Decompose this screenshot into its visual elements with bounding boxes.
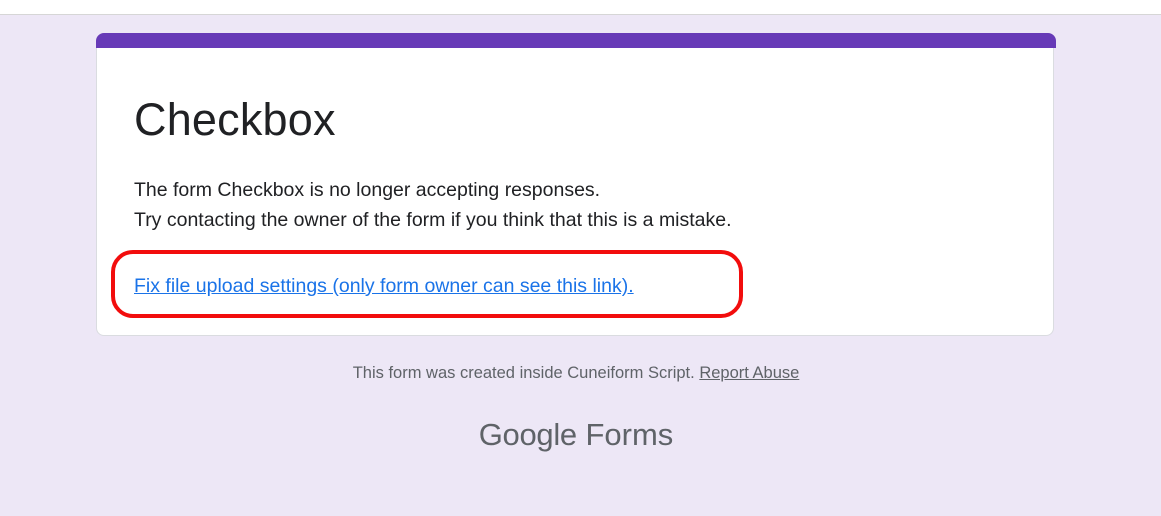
google-forms-logo[interactable]: Google Forms <box>0 414 1152 456</box>
logo-forms-text: Forms <box>585 417 674 452</box>
closed-message-line-1: The form Checkbox is no longer accepting… <box>134 179 601 201</box>
closed-message-line-2: Try contacting the owner of the form if … <box>134 209 732 231</box>
form-title: Checkbox <box>134 94 336 145</box>
fix-file-upload-settings-link[interactable]: Fix file upload settings (only form owne… <box>134 272 634 300</box>
logo-google-text: Google <box>478 417 577 452</box>
footer-note: This form was created inside Cuneiform S… <box>0 362 1152 384</box>
footer-note-text: This form was created inside Cuneiform S… <box>352 364 695 382</box>
closed-form-card: Checkbox The form Checkbox is no longer … <box>96 33 1056 336</box>
browser-top-strip <box>0 0 1161 15</box>
report-abuse-link[interactable]: Report Abuse <box>699 364 799 382</box>
card-accent-bar <box>96 33 1056 48</box>
closed-message: The form Checkbox is no longer accepting… <box>134 175 732 235</box>
